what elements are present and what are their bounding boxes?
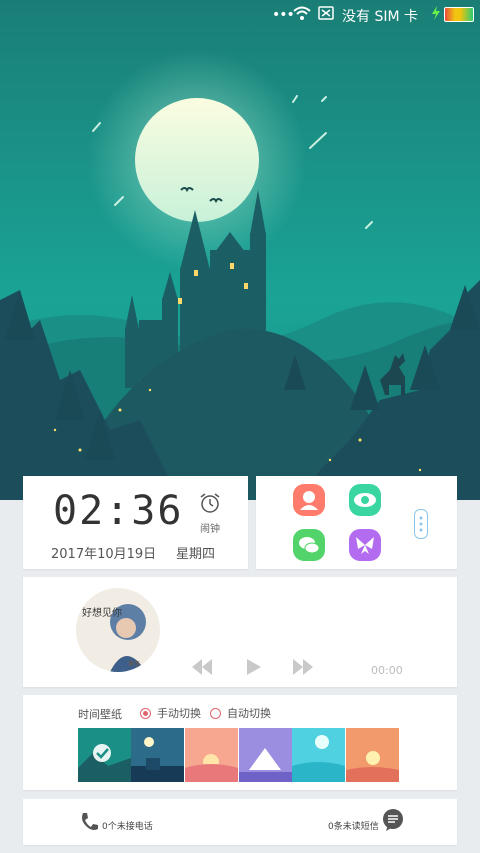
apps-widget <box>256 476 457 569</box>
wallpaper-widget: 时间壁纸 手动切换 自动切换 <box>23 695 457 790</box>
album-artist: 李玉 <box>128 660 140 668</box>
more-icon[interactable] <box>414 509 428 539</box>
music-widget: 好想见你 李玉 00:00 <box>23 577 457 687</box>
radio-checked-icon <box>140 707 151 719</box>
album-cover[interactable]: 好想见你 李玉 <box>76 588 160 672</box>
status-bar: ••• 没有 SIM 卡 <box>0 0 480 28</box>
phone-icon[interactable] <box>80 812 98 832</box>
profile-app-icon[interactable] <box>293 484 325 516</box>
auto-switch-label: 自动切换 <box>227 707 271 720</box>
alarm-label: 闹钟 <box>200 524 220 535</box>
clock-time: 02:36 <box>53 488 184 534</box>
wallpaper-thumb-ocean[interactable] <box>292 728 345 782</box>
manual-switch-label: 手动切换 <box>157 707 201 720</box>
wallpaper-thumb-night-town[interactable] <box>131 728 184 782</box>
clock-weekday: 星期四 <box>176 547 216 562</box>
wallpaper-title: 时间壁纸 <box>78 708 122 721</box>
play-icon[interactable] <box>247 659 261 675</box>
notifications-widget: 0个未接电话 0条未读短信 <box>23 799 457 845</box>
previous-icon[interactable] <box>192 659 212 675</box>
wallpaper-thumb-sunset[interactable] <box>185 728 238 782</box>
wallpaper-thumb-desert[interactable] <box>346 728 399 782</box>
album-title: 好想见你 <box>82 606 122 619</box>
wifi-icon <box>293 6 311 20</box>
butterfly-app-icon[interactable] <box>349 529 381 561</box>
clock-widget[interactable]: 02:36 闹钟 2017年10月19日 星期四 <box>23 476 248 569</box>
wallpaper-thumb-mountain[interactable] <box>239 728 292 782</box>
lockscreen-wallpaper <box>0 0 480 500</box>
unread-sms-label[interactable]: 0条未读短信 <box>328 819 379 832</box>
manual-switch-option[interactable]: 手动切换 <box>140 705 201 721</box>
next-icon[interactable] <box>293 659 313 675</box>
radio-unchecked-icon <box>210 707 221 719</box>
camera-app-icon[interactable] <box>349 484 381 516</box>
music-elapsed: 00:00 <box>371 664 403 677</box>
wallpaper-thumb-castle[interactable] <box>78 728 131 782</box>
carrier-label: 没有 SIM 卡 <box>342 9 418 25</box>
missed-calls-label[interactable]: 0个未接电话 <box>102 819 153 832</box>
wechat-app-icon[interactable] <box>293 529 325 561</box>
alarm-button[interactable]: 闹钟 <box>195 492 225 535</box>
message-icon[interactable] <box>382 809 404 831</box>
no-sim-icon <box>318 6 334 20</box>
auto-switch-option[interactable]: 自动切换 <box>210 705 271 721</box>
dots-icon: ••• <box>272 7 295 23</box>
alarm-clock-icon <box>200 493 220 513</box>
battery-icon <box>444 7 474 22</box>
clock-date: 2017年10月19日 <box>51 547 157 562</box>
charging-icon <box>432 6 440 20</box>
